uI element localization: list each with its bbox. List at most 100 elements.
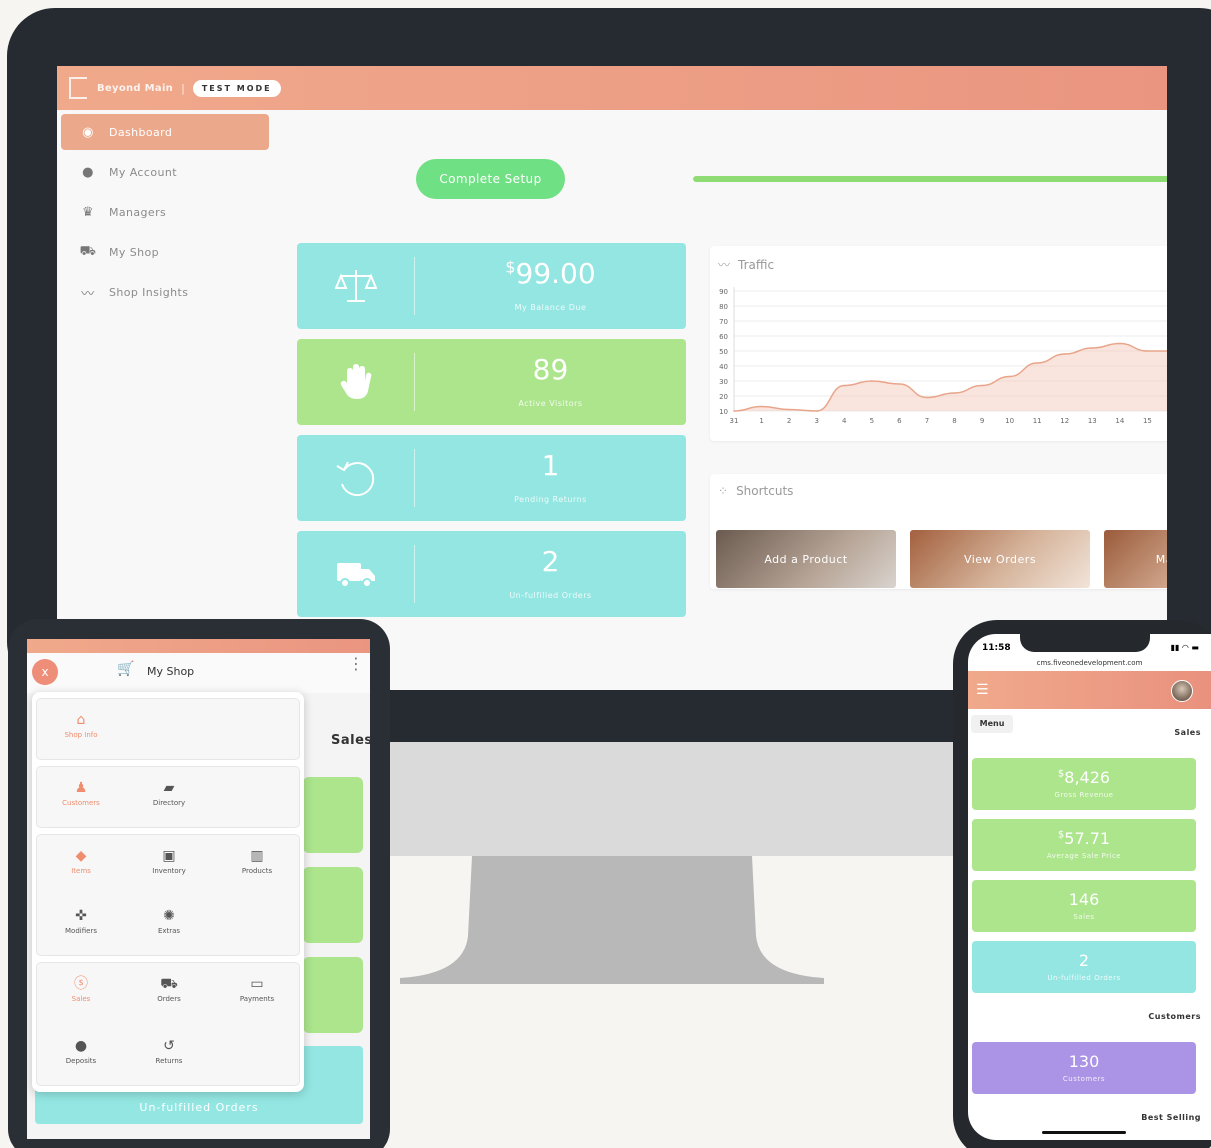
currency-symbol: $	[505, 257, 516, 277]
phone-stat-gross-revenue[interactable]: $8,426 Gross Revenue	[972, 758, 1196, 810]
menu-item-inventory[interactable]: ▣ Inventory	[125, 847, 213, 875]
phone-customers-heading: Customers	[1148, 1012, 1201, 1021]
stat-label: Un-fulfilled Orders	[509, 591, 592, 600]
wave-hand-icon	[297, 353, 415, 411]
y-tick-label: 80	[719, 303, 728, 311]
traffic-point	[815, 410, 818, 412]
balance-due-value: $99.00	[415, 257, 686, 290]
x-tick-label: 4	[842, 417, 847, 425]
y-tick-label: 40	[719, 363, 728, 371]
traffic-point	[1063, 353, 1066, 355]
sidebar-item-managers[interactable]: ♛ Managers	[61, 194, 269, 230]
sidebar-item-dashboard[interactable]: ◉ Dashboard	[61, 114, 269, 150]
menu-group-shop: ⌂ Shop Info	[36, 698, 300, 760]
menu-item-directory[interactable]: ▰ Directory	[125, 779, 213, 807]
menu-item-deposits[interactable]: ● Deposits	[37, 1037, 125, 1065]
menu-item-label: Extras	[157, 927, 181, 935]
grid-dots-icon: ⁘	[718, 484, 729, 498]
phone-best-selling-heading: Best Selling	[1141, 1113, 1201, 1122]
menu-item-label: Inventory	[152, 867, 186, 875]
bag-icon: ▰	[163, 780, 175, 796]
stat-value-number: 2	[1078, 951, 1090, 970]
traffic-point	[898, 383, 901, 385]
pending-returns-value: 1	[415, 449, 686, 482]
menu-item-modifiers[interactable]: ✜ Modifiers	[37, 907, 125, 935]
traffic-point	[871, 380, 873, 382]
stat-label: Active Visitors	[518, 399, 583, 408]
stat-card-balance-due[interactable]: $99.00 My Balance Due	[297, 243, 686, 329]
menu-item-shop-info[interactable]: ⌂ Shop Info	[37, 711, 125, 739]
stat-label: Customers	[1062, 1075, 1106, 1083]
tablet-screen: x 🛒 My Shop ⋮ Sales Un-fulfilled Orders …	[27, 639, 370, 1139]
piggy-bank-icon: ●	[82, 164, 94, 180]
stat-value: 1	[541, 449, 560, 482]
cart-icon: 🛒	[117, 661, 135, 677]
x-tick-label: 2	[787, 417, 791, 425]
tablet-stat-card[interactable]	[303, 867, 363, 943]
menu-item-products[interactable]: ▥ Products	[213, 847, 301, 875]
menu-item-items[interactable]: ◆ Items	[37, 847, 125, 875]
x-tick-label: 12	[1060, 417, 1069, 425]
stat-card-pending-returns[interactable]: 1 Pending Returns	[297, 435, 686, 521]
x-tick-label: 14	[1115, 417, 1124, 425]
phone-stat-average-sale[interactable]: $57.71 Average Sale Price	[972, 819, 1196, 871]
close-menu-button[interactable]: x	[32, 659, 58, 685]
menu-item-label: Shop Info	[64, 731, 98, 739]
monitor-stand	[400, 856, 824, 984]
hamburger-menu-icon[interactable]: ☰	[976, 683, 992, 697]
menu-item-label: Modifiers	[65, 927, 97, 935]
tablet-unfulfilled-label: Un-fulfilled Orders	[139, 1101, 259, 1114]
sidebar-item-shop-insights[interactable]: 〰 Shop Insights	[61, 274, 269, 310]
traffic-point	[981, 384, 983, 387]
stat-label: Sales	[1073, 913, 1095, 921]
setup-progress-fill	[693, 176, 1167, 182]
menu-item-returns[interactable]: ↺ Returns	[125, 1037, 213, 1065]
traffic-point	[760, 405, 763, 408]
shop-menu-popover: ⌂ Shop Info ♟ Customers ▰ Directory ◆ It…	[32, 692, 304, 1092]
browser-url: cms.fiveonedevelopment.com	[1036, 659, 1143, 667]
shortcut-third[interactable]: Mar	[1104, 530, 1167, 588]
x-tick-label: 8	[952, 417, 956, 425]
y-tick-label: 60	[719, 333, 728, 341]
menu-item-label: Customers	[62, 799, 100, 807]
sidebar-item-my-account[interactable]: ● My Account	[61, 154, 269, 190]
menu-item-label: Items	[71, 867, 91, 875]
phone-stat-unfulfilled[interactable]: 2 Un-fulfilled Orders	[972, 941, 1196, 993]
scale-icon	[297, 257, 415, 315]
stat-card-active-visitors[interactable]: 89 Active Visitors	[297, 339, 686, 425]
truck-icon: ⛟	[160, 976, 178, 992]
phone-menu-button[interactable]: Menu	[971, 715, 1013, 733]
store-icon: ⌂	[76, 712, 86, 728]
sidebar-item-my-shop[interactable]: ⛟ My Shop	[61, 234, 269, 270]
more-options-icon[interactable]: ⋮	[348, 656, 364, 672]
traffic-point	[1119, 342, 1121, 345]
avatar[interactable]	[1171, 680, 1193, 702]
stat-card-unfulfilled-orders[interactable]: 2 Un-fulfilled Orders	[297, 531, 686, 617]
menu-item-sales[interactable]: ⓢ Sales	[37, 975, 125, 1003]
shortcut-add-product[interactable]: Add a Product	[716, 530, 896, 588]
menu-item-customers[interactable]: ♟ Customers	[37, 779, 125, 807]
x-tick-label: 31	[730, 417, 739, 425]
x-tick-label: 6	[897, 417, 902, 425]
menu-item-orders[interactable]: ⛟ Orders	[125, 975, 213, 1003]
menu-item-label: Directory	[152, 799, 186, 807]
complete-setup-button[interactable]: Complete Setup	[416, 159, 565, 199]
tablet-stat-card[interactable]	[303, 777, 363, 853]
sidebar-item-label: My Shop	[109, 245, 159, 259]
traffic-point	[788, 408, 790, 411]
stat-value: 99.00	[515, 257, 596, 290]
puzzle-icon: ✜	[75, 908, 87, 924]
shortcuts-title-text: Shortcuts	[736, 484, 794, 498]
phone-stat-sales[interactable]: 146 Sales	[972, 880, 1196, 932]
phone-stat-customers[interactable]: 130 Customers	[972, 1042, 1196, 1094]
y-tick-label: 90	[719, 288, 728, 296]
traffic-point	[1008, 375, 1011, 378]
menu-item-extras[interactable]: ✺ Extras	[125, 907, 213, 935]
shortcut-view-orders[interactable]: View Orders	[910, 530, 1090, 588]
tablet-stat-card[interactable]	[303, 957, 363, 1033]
monitor-chin	[385, 690, 965, 742]
menu-item-payments[interactable]: ▭ Payments	[213, 975, 301, 1003]
stat-value: 2	[541, 545, 560, 578]
menu-item-label: Returns	[155, 1057, 183, 1065]
credit-card-icon: ▭	[250, 976, 264, 992]
